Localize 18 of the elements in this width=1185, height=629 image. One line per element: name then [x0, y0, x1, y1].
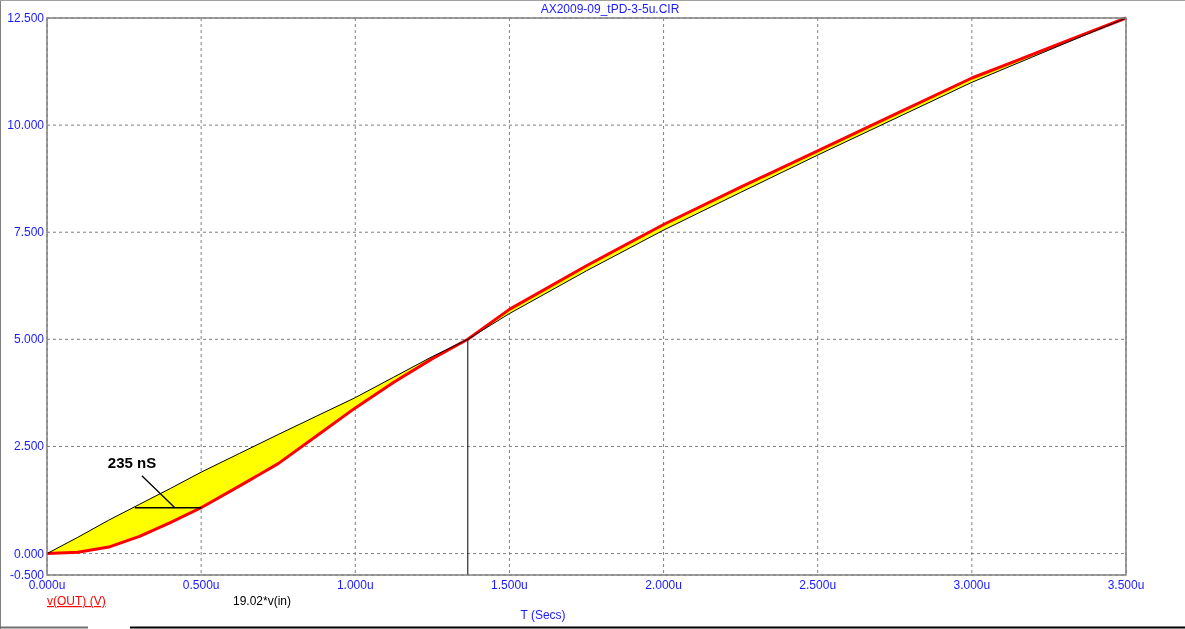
axis-tick-label: 1.000u — [336, 578, 374, 592]
legend-label: 19.02*v(in) — [233, 594, 292, 608]
axis-tick-label: 1.500u — [491, 578, 528, 592]
axis-tick-label: 10.000 — [7, 118, 44, 133]
axis-tick-label: 0.500u — [182, 578, 220, 592]
annotation-label: 235 nS — [107, 453, 157, 471]
axis-tick-label: 7.500 — [13, 225, 44, 240]
legend-label: v(OUT) (V) — [47, 594, 106, 608]
axis-tick-label: 2.000u — [645, 578, 682, 592]
axis-tick-label: 0.000 — [13, 546, 44, 561]
axis-tick-label: 2.500 — [13, 439, 44, 454]
axis-tick-label: 2.500u — [799, 578, 837, 592]
axis-title: T (Secs) — [520, 608, 566, 622]
chart-title: AX2009-09_tPD-3-5u.CIR — [540, 2, 680, 16]
axis-tick-label: 3.500u — [1107, 578, 1145, 592]
axis-tick-label: 5.000 — [13, 332, 44, 347]
axis-tick-label: 3.000u — [953, 578, 991, 592]
axis-tick-label: 12.500 — [7, 11, 44, 25]
